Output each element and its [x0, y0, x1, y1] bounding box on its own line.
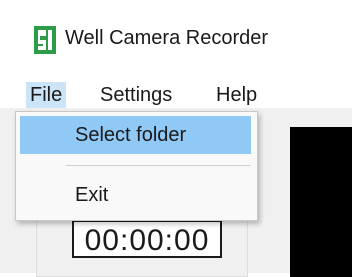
- file-dropdown-menu: Select folder Exit: [15, 111, 258, 221]
- recording-timer: 00:00:00: [72, 220, 222, 258]
- title-bar: Well Camera Recorder: [0, 0, 352, 82]
- menu-separator: [66, 165, 251, 166]
- menu-bar: File Settings Help: [0, 82, 352, 108]
- menu-item-select-folder[interactable]: Select folder: [20, 116, 251, 154]
- menu-help[interactable]: Help: [212, 82, 261, 108]
- menu-settings[interactable]: Settings: [96, 82, 176, 108]
- video-preview: [290, 127, 352, 277]
- menu-item-exit[interactable]: Exit: [20, 176, 251, 214]
- window-title: Well Camera Recorder: [65, 27, 269, 49]
- app-logo-icon: [34, 26, 56, 54]
- menu-file[interactable]: File: [26, 82, 67, 108]
